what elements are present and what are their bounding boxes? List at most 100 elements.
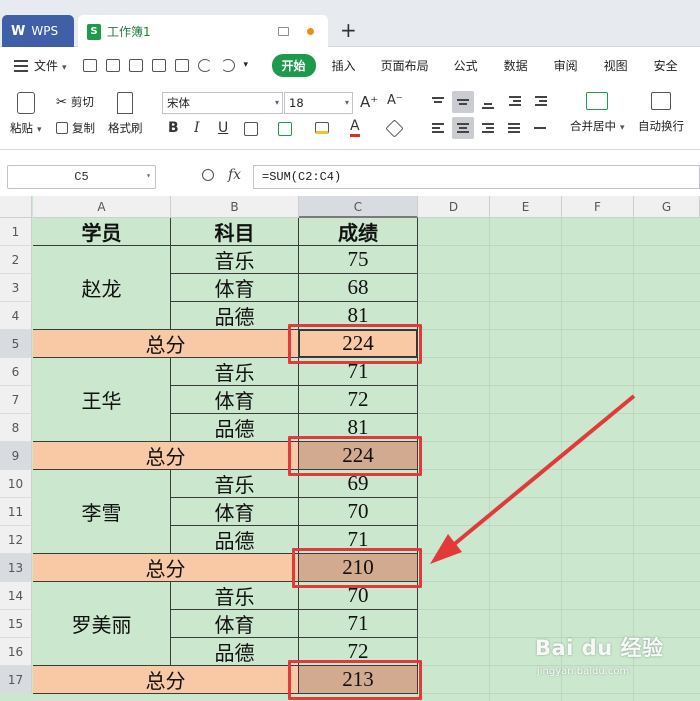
subject-cell[interactable]: 音乐 (171, 582, 299, 610)
row-header-17[interactable]: 17 (0, 666, 32, 694)
row-header-3[interactable]: 3 (0, 274, 32, 302)
align-left-icon[interactable] (427, 117, 449, 139)
customize-toolbar-icon[interactable]: ▾ (244, 59, 258, 72)
row-header-13[interactable]: 13 (0, 554, 32, 582)
align-right-icon[interactable] (477, 117, 499, 139)
menu-insert[interactable]: 插入 (332, 57, 356, 74)
row-header-8[interactable]: 8 (0, 414, 32, 442)
student-name-cell[interactable]: 赵龙 (33, 246, 171, 330)
insert-function-icon[interactable]: fx (228, 167, 241, 183)
wps-home-tab[interactable]: W WPS (2, 15, 74, 47)
menu-formulas[interactable]: 公式 (454, 57, 478, 74)
menu-security[interactable]: 安全 (654, 57, 678, 74)
font-size-select[interactable]: 18 ▾ (284, 92, 353, 114)
font-name-select[interactable]: 宋体 ▾ (162, 92, 283, 114)
subject-cell[interactable]: 体育 (171, 498, 299, 526)
total-label-cell[interactable]: 总分 (33, 442, 299, 470)
subject-cell[interactable]: 体育 (171, 386, 299, 414)
menu-page-layout[interactable]: 页面布局 (381, 57, 429, 74)
row-header-2[interactable]: 2 (0, 246, 32, 274)
student-name-cell[interactable]: 李雪 (33, 470, 171, 554)
subject-cell[interactable]: 品德 (171, 414, 299, 442)
align-center-icon[interactable] (452, 117, 474, 139)
cell-style-icon[interactable] (278, 122, 292, 136)
merge-center-button[interactable]: 合并居中 ▾ (570, 92, 625, 134)
column-header-f[interactable]: F (562, 196, 634, 218)
wrap-text-button[interactable]: 自动换行 (638, 92, 684, 134)
score-cell[interactable]: 72 (299, 386, 418, 414)
row-header-5[interactable]: 5 (0, 330, 32, 358)
menu-review[interactable]: 审阅 (554, 57, 578, 74)
row-header-11[interactable]: 11 (0, 498, 32, 526)
column-header-c[interactable]: C (299, 196, 418, 218)
copy-button[interactable]: 复制 (56, 120, 95, 136)
column-header-d[interactable]: D (418, 196, 490, 218)
align-bottom-icon[interactable] (477, 91, 499, 113)
underline-button[interactable]: U (218, 120, 228, 136)
paste-button[interactable]: 粘贴 ▾ (10, 92, 42, 136)
total-label-cell[interactable]: 总分 (33, 330, 299, 358)
italic-button[interactable]: I (194, 120, 200, 136)
header-cell-subject[interactable]: 科目 (171, 218, 299, 246)
font-color-button[interactable]: A (350, 119, 360, 137)
workbook-tab[interactable]: S 工作簿1 (78, 15, 328, 48)
menu-file[interactable]: 文件 ▾ (34, 57, 67, 74)
row-header-10[interactable]: 10 (0, 470, 32, 498)
menu-view[interactable]: 视图 (604, 57, 628, 74)
open-folder-icon[interactable] (82, 59, 97, 72)
align-top-icon[interactable] (427, 91, 449, 113)
subject-cell[interactable]: 品德 (171, 302, 299, 330)
redo-icon[interactable] (220, 59, 235, 72)
subject-cell[interactable]: 音乐 (171, 470, 299, 498)
undo-icon[interactable] (197, 59, 212, 72)
shrink-font-button[interactable]: A⁻ (387, 93, 403, 108)
subject-cell[interactable]: 音乐 (171, 246, 299, 274)
decrease-indent-icon[interactable] (504, 91, 526, 113)
row-header-7[interactable]: 7 (0, 386, 32, 414)
score-cell[interactable]: 70 (299, 498, 418, 526)
subject-cell[interactable]: 体育 (171, 610, 299, 638)
row-header-4[interactable]: 4 (0, 302, 32, 330)
align-middle-icon[interactable] (452, 91, 474, 113)
subject-cell[interactable]: 体育 (171, 274, 299, 302)
row-header-6[interactable]: 6 (0, 358, 32, 386)
header-cell-score[interactable]: 成绩 (299, 218, 418, 246)
total-label-cell[interactable]: 总分 (33, 554, 299, 582)
increase-indent-icon[interactable] (530, 91, 552, 113)
header-cell-student[interactable]: 学员 (33, 218, 171, 246)
new-tab-button[interactable]: + (340, 18, 357, 42)
subject-cell[interactable]: 品德 (171, 638, 299, 666)
print-icon[interactable] (151, 59, 166, 72)
total-label-cell[interactable]: 总分 (33, 666, 299, 694)
row-header-15[interactable]: 15 (0, 610, 32, 638)
subject-cell[interactable]: 品德 (171, 526, 299, 554)
save-icon[interactable] (105, 59, 120, 72)
export-pdf-icon[interactable] (128, 59, 143, 72)
score-cell[interactable]: 75 (299, 246, 418, 274)
row-header-9[interactable]: 9 (0, 442, 32, 470)
row-header-12[interactable]: 12 (0, 526, 32, 554)
student-name-cell[interactable]: 王华 (33, 358, 171, 442)
window-mode-icon[interactable] (278, 27, 289, 36)
clear-format-icon[interactable] (385, 119, 404, 138)
column-header-e[interactable]: E (490, 196, 562, 218)
subject-cell[interactable]: 音乐 (171, 358, 299, 386)
row-header-14[interactable]: 14 (0, 582, 32, 610)
borders-icon[interactable] (244, 122, 258, 136)
name-box[interactable]: C5 ▾ (7, 165, 156, 189)
menu-data[interactable]: 数据 (504, 57, 528, 74)
justify-icon[interactable] (503, 117, 525, 139)
row-header-16[interactable]: 16 (0, 638, 32, 666)
print-preview-icon[interactable] (174, 59, 189, 72)
format-painter-button[interactable]: 格式刷 (108, 92, 143, 136)
column-header-a[interactable]: A (33, 196, 171, 218)
row-header-1[interactable]: 1 (0, 218, 32, 246)
hamburger-menu-icon[interactable] (14, 59, 28, 72)
column-header-b[interactable]: B (171, 196, 299, 218)
worksheet-grid[interactable]: A B C D E F G 1 2 3 4 5 6 7 8 9 10 11 12 13 14 15 16 17 学员 科目 成绩 赵龙… (0, 196, 700, 701)
select-all-corner[interactable] (0, 196, 32, 218)
zoom-search-icon[interactable] (202, 169, 214, 181)
column-header-g[interactable]: G (634, 196, 700, 218)
cut-button[interactable]: ✂ 剪切 (56, 94, 94, 110)
score-cell[interactable]: 68 (299, 274, 418, 302)
